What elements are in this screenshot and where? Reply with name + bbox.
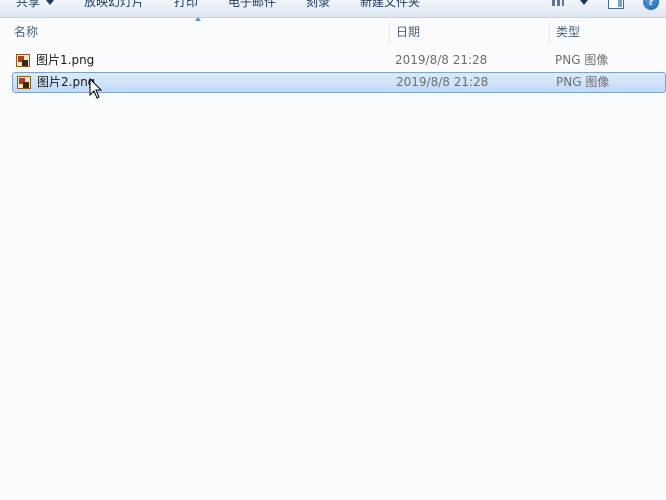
command-toolbar: 共享 放映幻灯片 打印 电子邮件 刻录 新建文件夹 ? xyxy=(0,0,666,18)
file-type: PNG 图像 xyxy=(555,53,609,67)
file-row[interactable]: 图片1.png 2019/8/8 21:28 PNG 图像 xyxy=(12,51,666,72)
file-date: 2019/8/8 21:28 xyxy=(395,53,488,67)
preview-pane-icon[interactable] xyxy=(608,0,624,9)
mouse-pointer-icon xyxy=(89,78,103,99)
new-folder-button[interactable]: 新建文件夹 xyxy=(360,0,420,10)
view-options-icon xyxy=(552,0,564,6)
png-image-icon xyxy=(17,76,31,89)
share-label: 共享 xyxy=(16,0,41,9)
file-name: 图片2.png xyxy=(37,75,96,89)
column-type-header[interactable]: 类型 xyxy=(549,21,666,43)
help-icon[interactable]: ? xyxy=(643,0,659,10)
burn-button[interactable]: 刻录 xyxy=(306,0,330,10)
file-date: 2019/8/8 21:28 xyxy=(396,75,489,89)
column-date-header[interactable]: 日期 xyxy=(389,21,549,43)
file-name: 图片1.png xyxy=(36,53,95,67)
png-image-icon xyxy=(16,54,30,67)
print-button[interactable]: 打印 xyxy=(174,0,198,10)
share-button[interactable]: 共享 xyxy=(16,0,55,10)
file-row-selected[interactable]: 图片2.png 2019/8/8 21:28 PNG 图像 xyxy=(12,72,666,93)
column-name-header[interactable]: 名称 xyxy=(8,21,389,43)
chevron-down-icon xyxy=(580,0,588,5)
slideshow-button[interactable]: 放映幻灯片 xyxy=(84,0,144,10)
view-options-button[interactable] xyxy=(552,0,592,10)
file-type: PNG 图像 xyxy=(556,75,610,89)
column-header: 名称 日期 类型 xyxy=(0,21,666,43)
chevron-down-icon xyxy=(46,0,55,5)
email-button[interactable]: 电子邮件 xyxy=(228,0,276,10)
